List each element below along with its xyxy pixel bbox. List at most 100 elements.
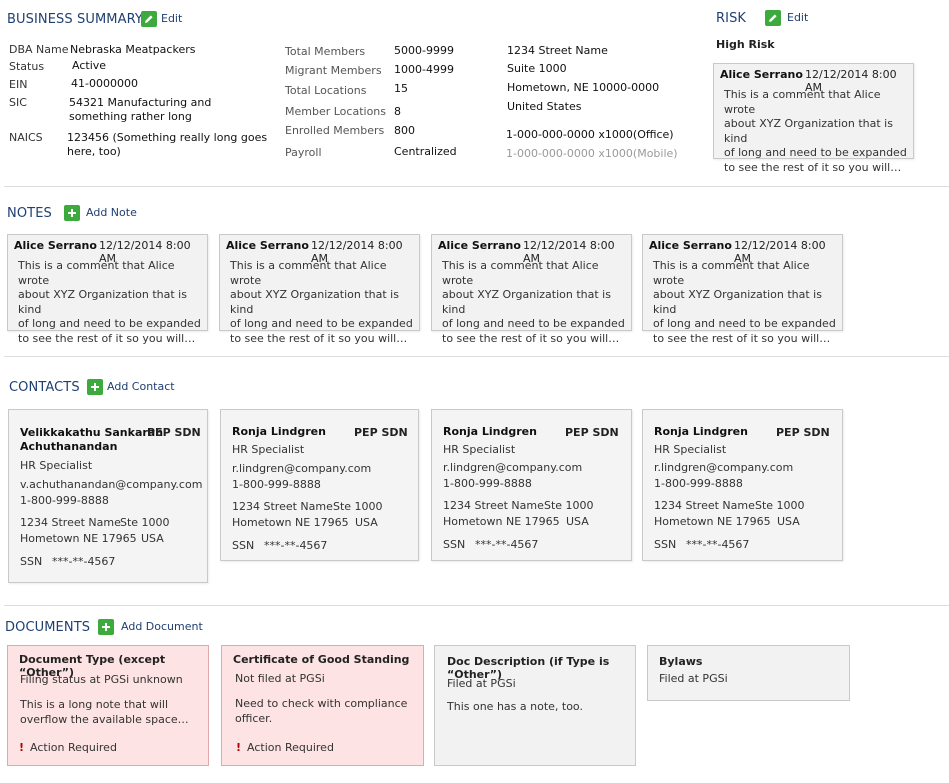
risk-title: RISK	[716, 11, 747, 26]
risk-comment-card[interactable]: Alice Serrano 12/12/2014 8:00 AM This is…	[713, 63, 914, 174]
action-required-label: Action Required	[30, 741, 117, 754]
action-required: ! Action Required	[19, 741, 117, 754]
sdn-badge: SDN	[174, 426, 201, 439]
note-card[interactable]: Alice Serrano 12/12/2014 8:00 AM This is…	[431, 234, 632, 345]
contact-name-line1: Velikkakathu Sankaran	[20, 426, 164, 439]
edit-risk-link[interactable]: Edit	[787, 11, 808, 24]
contact-phone: 1-800-999-8888	[654, 477, 743, 490]
contact-street: 1234 Street Name	[20, 516, 121, 529]
contact-suite: Ste 1000	[544, 499, 594, 512]
edit-business-link[interactable]: Edit	[161, 12, 182, 25]
contact-email[interactable]: r.lindgren@company.com	[654, 461, 793, 474]
contact-email[interactable]: r.lindgren@company.com	[232, 462, 371, 475]
document-card[interactable]: Certificate of Good Standing Not filed a…	[221, 645, 424, 766]
pep-badge: PEP	[147, 426, 171, 439]
document-status: Filed at PGSi	[659, 672, 728, 685]
contact-name-line1: Ronja Lindgren	[443, 425, 537, 438]
contact-tags: PEP SDN	[354, 426, 408, 439]
contact-street: 1234 Street Name	[443, 499, 544, 512]
stat-label: Migrant Members	[285, 64, 382, 77]
stat-label: Payroll	[285, 146, 322, 159]
phone-mobile: 1-000-000-0000 x1000(Mobile)	[506, 147, 678, 160]
contact-name-line1: Ronja Lindgren	[232, 425, 326, 438]
address-line3: Hometown, NE 10000-0000	[507, 81, 660, 94]
note-body: This is a comment that Alice wrote about…	[18, 259, 203, 346]
document-status: Not filed at PGSi	[235, 672, 325, 685]
dba-value: Nebraska Meatpackers	[70, 43, 196, 56]
section-divider	[4, 605, 949, 606]
sic-value-line1: 54321 Manufacturing and	[69, 96, 212, 109]
note-line: This is a comment that Alice wrote	[18, 259, 175, 287]
document-note: This is a long note that will overflow t…	[20, 698, 189, 727]
contact-tags: PEP SDN	[147, 426, 201, 439]
document-title: Bylaws	[659, 655, 703, 668]
stat-label: Member Locations	[285, 105, 386, 118]
note-card[interactable]: Alice Serrano 12/12/2014 8:00 AM This is…	[7, 234, 208, 345]
contact-card[interactable]: Ronja Lindgren PEP SDN HR Specialist r.l…	[431, 409, 632, 561]
contact-country: USA	[566, 515, 589, 528]
status-value: Active	[72, 59, 107, 72]
note-body: This is a comment that Alice wrote about…	[653, 259, 838, 346]
document-card[interactable]: Doc Description (if Type is “Other”) Fil…	[434, 645, 636, 766]
note-card[interactable]: Alice Serrano 12/12/2014 8:00 AM This is…	[642, 234, 843, 345]
contact-email[interactable]: r.lindgren@company.com	[443, 461, 582, 474]
note-line: This is a comment that Alice wrote	[653, 259, 810, 287]
section-divider	[4, 186, 949, 187]
stat-label: Total Locations	[285, 84, 367, 97]
contact-suite: Ste 1000	[333, 500, 383, 513]
action-required-label: Action Required	[247, 741, 334, 754]
add-document-link[interactable]: Add Document	[121, 620, 203, 633]
naics-label: NAICS	[9, 131, 43, 144]
document-card[interactable]: Document Type (except “Other”) Filing st…	[7, 645, 209, 766]
plus-icon	[68, 209, 76, 217]
contact-ssn-label: SSN	[232, 539, 255, 552]
contact-phone: 1-800-999-8888	[20, 494, 109, 507]
note-line: This is a comment that Alice wrote	[442, 259, 599, 287]
add-contact-link[interactable]: Add Contact	[107, 380, 175, 393]
document-card[interactable]: Bylaws Filed at PGSi	[647, 645, 850, 701]
add-document-button[interactable]	[98, 619, 114, 635]
stat-value: 800	[394, 124, 415, 137]
phone-mobile-ext: x1000(Mobile)	[598, 147, 678, 160]
note-author: Alice Serrano	[14, 239, 97, 252]
contact-city: Hometown NE 17965	[443, 515, 560, 528]
document-note-line: This is a long note that will	[20, 698, 169, 711]
stat-label: Enrolled Members	[285, 124, 385, 137]
note-line: of long and need to be expanded	[18, 317, 201, 330]
contact-suite: Ste 1000	[120, 516, 170, 529]
edit-business-button[interactable]	[141, 11, 157, 27]
dba-label: DBA Name	[9, 43, 69, 56]
naics-value-line1: 123456 (Something really long goes	[67, 131, 268, 144]
contact-role: HR Specialist	[20, 459, 93, 472]
stat-value: Centralized	[394, 145, 457, 158]
contact-name: Velikkakathu Sankaran Achuthanandan	[20, 426, 163, 454]
pep-badge: PEP	[354, 426, 378, 439]
phone-office-number: 1-000-000-0000	[506, 128, 595, 141]
edit-risk-button[interactable]	[765, 10, 781, 26]
contact-email[interactable]: v.achuthanandan@company.com	[20, 478, 202, 491]
address-line1: 1234 Street Name	[507, 44, 608, 57]
contact-phone: 1-800-999-8888	[232, 478, 321, 491]
document-note: Need to check with compliance officer.	[235, 697, 407, 726]
add-note-link[interactable]: Add Note	[86, 206, 137, 219]
add-contact-button[interactable]	[87, 379, 103, 395]
contact-card[interactable]: Ronja Lindgren PEP SDN HR Specialist r.l…	[642, 409, 843, 561]
contact-card[interactable]: Ronja Lindgren PEP SDN HR Specialist r.l…	[220, 409, 419, 561]
note-card[interactable]: Alice Serrano 12/12/2014 8:00 AM This is…	[219, 234, 420, 345]
note-line: about XYZ Organization that is kind	[442, 288, 611, 316]
contact-city: Hometown NE 17965	[20, 532, 137, 545]
add-note-button[interactable]	[64, 205, 80, 221]
exclamation-icon: !	[236, 741, 242, 754]
phone-office: 1-000-000-0000 x1000(Office)	[506, 128, 674, 141]
contact-name: Ronja Lindgren	[654, 425, 748, 439]
phone-office-ext: x1000(Office)	[598, 128, 674, 141]
section-divider	[4, 356, 949, 357]
contacts-title: CONTACTS	[9, 380, 80, 395]
sdn-badge: SDN	[803, 426, 830, 439]
contact-card[interactable]: Velikkakathu Sankaran Achuthanandan PEP …	[8, 409, 208, 583]
contact-name-line1: Ronja Lindgren	[654, 425, 748, 438]
stat-value: 15	[394, 82, 408, 95]
phone-mobile-number: 1-000-000-0000	[506, 147, 595, 160]
contact-city: Hometown NE 17965	[232, 516, 349, 529]
document-note-line: Need to check with compliance	[235, 697, 408, 710]
